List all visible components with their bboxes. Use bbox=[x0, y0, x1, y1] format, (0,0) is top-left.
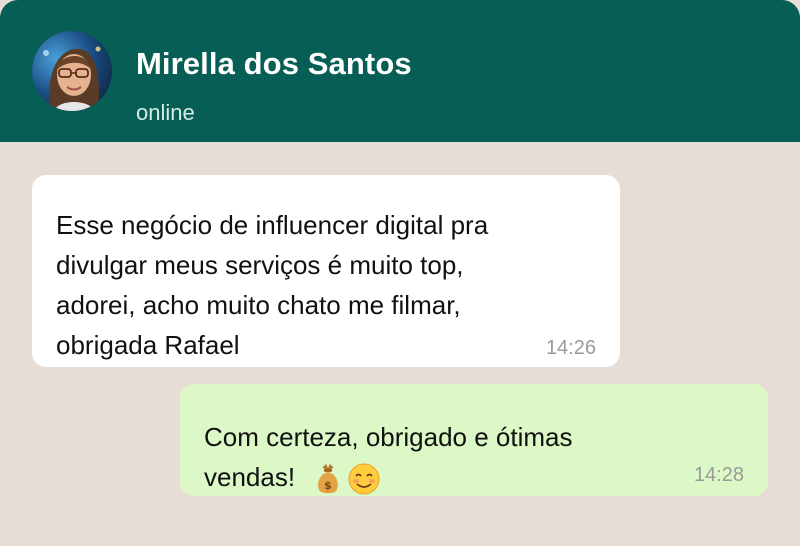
emoji-row: $ bbox=[314, 459, 394, 499]
incoming-message-bubble[interactable]: Esse negócio de influencer digital pra d… bbox=[32, 175, 620, 367]
message-timestamp: 14:28 bbox=[693, 464, 744, 486]
contact-name[interactable]: Mirella dos Santos bbox=[136, 46, 412, 82]
avatar-photo bbox=[32, 31, 112, 111]
chat-screen: Mirella dos Santos online Esse negócio d… bbox=[0, 0, 800, 546]
svg-text:$: $ bbox=[324, 479, 332, 492]
message-timestamp: 14:26 bbox=[545, 337, 596, 359]
message-text: Esse negócio de influencer digital pra d… bbox=[56, 210, 489, 360]
outgoing-message-bubble[interactable]: Com certeza, obrigado e ótimas vendas! $ bbox=[180, 384, 768, 496]
smiling-face-icon bbox=[348, 463, 380, 495]
chat-header[interactable]: Mirella dos Santos online bbox=[0, 0, 800, 142]
money-bag-icon: $ bbox=[318, 464, 338, 494]
contact-status: online bbox=[136, 100, 195, 125]
contact-avatar[interactable] bbox=[32, 31, 112, 111]
